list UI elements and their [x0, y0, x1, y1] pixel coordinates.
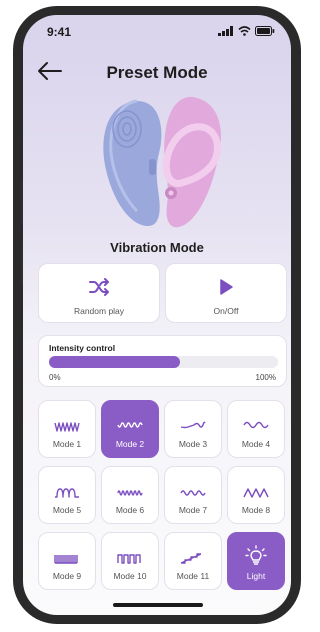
page-title: Preset Mode — [106, 63, 208, 82]
shuffle-icon — [89, 278, 109, 296]
app-screen: 9:41 Preset Mode Vibration Mode Random p… — [23, 15, 291, 615]
wave-icon — [54, 555, 78, 564]
mode-label: Mode 8 — [241, 505, 271, 515]
mode-label: Mode 3 — [178, 439, 208, 449]
mode-button-10[interactable]: Mode 10 — [101, 532, 159, 590]
signal-icon — [218, 26, 233, 36]
mode-label: Mode 4 — [241, 439, 271, 449]
mode-button-5[interactable]: Mode 5 — [38, 466, 96, 524]
mode-button-9[interactable]: Mode 9 — [38, 532, 96, 590]
home-indicator — [113, 603, 203, 607]
random-play-label: Random play — [73, 306, 125, 316]
mode-label: Light — [246, 571, 266, 581]
intensity-slider[interactable] — [49, 356, 278, 368]
header: Preset Mode — [23, 55, 291, 91]
wave-icon — [180, 490, 206, 496]
wave-icon — [117, 490, 143, 496]
random-play-button[interactable]: Random play — [38, 263, 160, 323]
wifi-icon — [238, 26, 251, 36]
wave-icon — [180, 421, 206, 429]
wave-icon — [243, 421, 269, 429]
mode-button-11[interactable]: Mode 11 — [164, 532, 222, 590]
mode-label: Mode 10 — [113, 571, 147, 581]
mode-button-1[interactable]: Mode 1 — [38, 400, 96, 458]
mode-button-8[interactable]: Mode 8 — [227, 466, 285, 524]
intensity-control: Intensity control 0% 100% — [38, 335, 287, 387]
mode-button-4[interactable]: Mode 4 — [227, 400, 285, 458]
mode-button-7[interactable]: Mode 7 — [164, 466, 222, 524]
mode-button-6[interactable]: Mode 6 — [101, 466, 159, 524]
wave-icon — [55, 488, 79, 498]
on-off-button[interactable]: On/Off — [165, 263, 287, 323]
status-time: 9:41 — [47, 25, 72, 39]
mode-button-12[interactable]: Light — [227, 532, 285, 590]
mode-button-2[interactable]: Mode 2 — [101, 400, 159, 458]
on-off-label: On/Off — [213, 306, 239, 316]
lightbulb-icon — [245, 545, 267, 565]
mode-label: Mode 11 — [176, 571, 210, 581]
mode-label: Mode 2 — [115, 439, 145, 449]
play-icon — [220, 279, 233, 295]
vibration-mode-label: Vibration Mode — [110, 240, 204, 255]
mode-label: Mode 5 — [52, 505, 82, 515]
wave-icon — [54, 422, 80, 432]
intensity-max-label: 100% — [255, 373, 276, 382]
intensity-title: Intensity control — [49, 343, 116, 353]
device-image — [103, 96, 221, 228]
battery-icon — [255, 26, 275, 36]
wave-icon — [180, 553, 202, 564]
mode-button-3[interactable]: Mode 3 — [164, 400, 222, 458]
mode-label: Mode 9 — [52, 571, 82, 581]
mode-label: Mode 6 — [115, 505, 145, 515]
wave-icon — [117, 554, 141, 564]
status-bar: 9:41 — [23, 15, 291, 49]
mode-label: Mode 7 — [178, 505, 208, 515]
wave-icon — [243, 488, 269, 498]
intensity-fill — [49, 356, 180, 368]
wave-icon — [117, 422, 143, 428]
intensity-min-label: 0% — [49, 373, 61, 382]
mode-label: Mode 1 — [52, 439, 82, 449]
